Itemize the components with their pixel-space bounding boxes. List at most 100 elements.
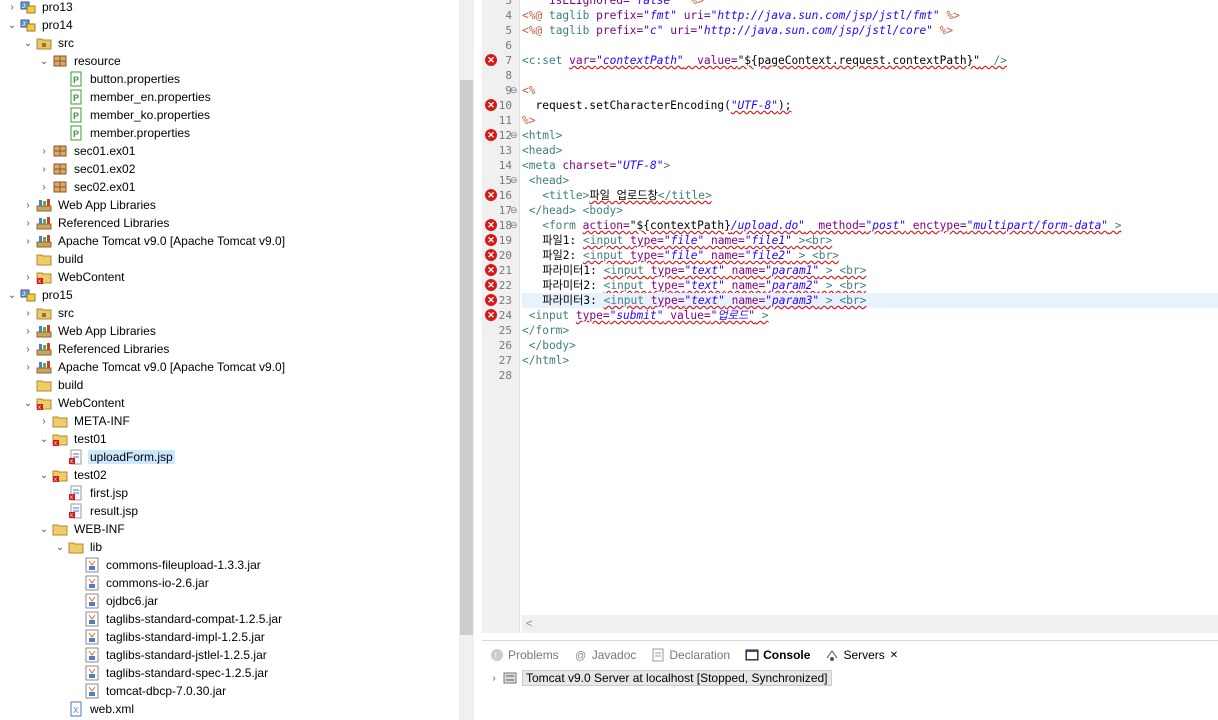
fold-toggle-icon[interactable]: ⊖ — [510, 83, 518, 98]
fold-toggle-icon[interactable]: ⊖ — [510, 203, 518, 218]
tree-item[interactable]: ojdbc6.jar — [70, 592, 160, 610]
tree-item[interactable]: › Apache Tomcat v9.0 [Apache Tomcat v9.0] — [22, 232, 287, 250]
tree-item[interactable]: › Apache Tomcat v9.0 [Apache Tomcat v9.0] — [22, 358, 287, 376]
chevron-right-icon[interactable]: › — [6, 0, 18, 16]
error-marker-icon[interactable]: ✕ — [485, 279, 497, 291]
code-line[interactable]: <% — [522, 83, 1218, 98]
tree-item[interactable]: taglibs-standard-impl-1.2.5.jar — [70, 628, 267, 646]
chevron-down-icon[interactable]: ⌄ — [38, 52, 50, 70]
tree-item[interactable]: › sec02.ex01 — [38, 178, 137, 196]
code-line[interactable]: <html> — [522, 128, 1218, 143]
error-marker-icon[interactable]: ✕ — [485, 219, 497, 231]
tree-item[interactable]: x result.jsp — [54, 502, 140, 520]
tree-item[interactable]: ⌄ Jpro15 — [6, 286, 75, 304]
tree-item[interactable]: Pmember_ko.properties — [54, 106, 212, 124]
chevron-down-icon[interactable]: ⌄ — [6, 286, 18, 304]
tree-item[interactable]: taglibs-standard-compat-1.2.5.jar — [70, 610, 284, 628]
error-marker-icon[interactable]: ✕ — [485, 309, 497, 321]
chevron-right-icon[interactable]: › — [38, 412, 50, 430]
code-line[interactable]: </head> <body> — [522, 203, 1218, 218]
tree-item[interactable]: › src — [22, 304, 76, 322]
tab-servers[interactable]: Servers ✕ — [817, 644, 905, 666]
code-line[interactable]: </html> — [522, 353, 1218, 368]
code-line[interactable]: <input type="submit" value="업로드" > — [522, 308, 1218, 323]
fold-toggle-icon[interactable]: ⊖ — [510, 218, 518, 233]
tree-item[interactable]: ⌄ lib — [54, 538, 104, 556]
code-line[interactable]: <head> — [522, 173, 1218, 188]
code-line[interactable] — [522, 68, 1218, 83]
fold-toggle-icon[interactable]: ⊖ — [510, 128, 518, 143]
tree-item[interactable]: commons-fileupload-1.3.3.jar — [70, 556, 263, 574]
code-line[interactable]: request.setCharacterEncoding("UTF-8"); — [522, 98, 1218, 113]
error-marker-icon[interactable]: ✕ — [485, 54, 497, 66]
tree-item[interactable]: ⌄ src — [22, 34, 76, 52]
tree-item[interactable]: Pmember.properties — [54, 124, 192, 142]
error-marker-icon[interactable]: ✕ — [485, 264, 497, 276]
code-line[interactable]: <form action="${contextPath}/upload.do" … — [522, 218, 1218, 233]
chevron-right-icon[interactable]: › — [22, 214, 34, 232]
code-line[interactable] — [522, 368, 1218, 383]
tab-javadoc[interactable]: @ Javadoc — [566, 644, 644, 666]
chevron-right-icon[interactable]: › — [22, 196, 34, 214]
tree-item[interactable]: commons-io-2.6.jar — [70, 574, 211, 592]
explorer-scrollbar-thumb[interactable] — [460, 80, 473, 635]
tree-item[interactable]: taglibs-standard-spec-1.2.5.jar — [70, 664, 270, 682]
error-marker-icon[interactable]: ✕ — [485, 294, 497, 306]
tree-item[interactable]: ⌄ x test01 — [38, 430, 109, 448]
code-line[interactable]: <head> — [522, 143, 1218, 158]
tree-item[interactable]: › Referenced Libraries — [22, 214, 171, 232]
tree-item[interactable]: › Jpro13 — [6, 0, 75, 16]
tab-console[interactable]: Console — [737, 644, 817, 666]
chevron-down-icon[interactable]: ⌄ — [38, 430, 50, 448]
tree-item[interactable]: x first.jsp — [54, 484, 130, 502]
chevron-down-icon[interactable]: ⌄ — [22, 34, 34, 52]
expand-chevron-icon[interactable]: › — [488, 669, 500, 687]
tree-item[interactable]: x uploadForm.jsp — [54, 448, 175, 466]
tree-item[interactable]: build — [22, 250, 85, 268]
code-area[interactable]: isELIgnored="false" %> <%@ taglib prefix=… — [522, 0, 1218, 615]
chevron-right-icon[interactable]: › — [22, 232, 34, 250]
tree-item[interactable]: ⌄ WEB-INF — [38, 520, 127, 538]
chevron-down-icon[interactable]: ⌄ — [22, 394, 34, 412]
chevron-right-icon[interactable]: › — [38, 178, 50, 196]
code-line[interactable]: <meta charset="UTF-8"> — [522, 158, 1218, 173]
tree-item[interactable]: › Referenced Libraries — [22, 340, 171, 358]
chevron-down-icon[interactable]: ⌄ — [54, 538, 66, 556]
chevron-right-icon[interactable]: › — [22, 304, 34, 322]
code-line[interactable]: isELIgnored="false" %> — [522, 0, 1218, 8]
code-line[interactable]: 파일1: <input type="file" name="file1" ><b… — [522, 233, 1218, 248]
chevron-down-icon[interactable]: ⌄ — [38, 520, 50, 538]
code-line[interactable]: </form> — [522, 323, 1218, 338]
close-icon[interactable]: ✕ — [890, 650, 898, 661]
error-marker-icon[interactable]: ✕ — [485, 234, 497, 246]
error-marker-icon[interactable]: ✕ — [485, 249, 497, 261]
tree-item[interactable]: Pbutton.properties — [54, 70, 182, 88]
tree-item[interactable]: tomcat-dbcp-7.0.30.jar — [70, 682, 228, 700]
scroll-left-icon[interactable]: < — [526, 618, 532, 630]
tree-item[interactable]: › Web App Libraries — [22, 322, 158, 340]
tree-item[interactable]: › META-INF — [38, 412, 132, 430]
code-line[interactable]: 파라미터3: <input type="text" name="param3" … — [522, 293, 1218, 308]
error-marker-icon[interactable]: ✕ — [485, 189, 497, 201]
tree-item[interactable]: › sec01.ex01 — [38, 142, 137, 160]
error-marker-icon[interactable]: ✕ — [485, 129, 497, 141]
code-line[interactable]: <c:set var="contextPath" value="${pageCo… — [522, 53, 1218, 68]
code-line[interactable]: 파일2: <input type="file" name="file2" > <… — [522, 248, 1218, 263]
chevron-down-icon[interactable]: ⌄ — [38, 466, 50, 484]
chevron-right-icon[interactable]: › — [22, 340, 34, 358]
code-line[interactable]: 파라미터1: <input type="text" name="param1" … — [522, 263, 1218, 278]
chevron-down-icon[interactable]: ⌄ — [6, 16, 18, 34]
tree-item[interactable]: taglibs-standard-jstlel-1.2.5.jar — [70, 646, 269, 664]
tree-item[interactable]: › x WebContent — [22, 268, 127, 286]
tree-item[interactable]: ⌄ resource — [38, 52, 123, 70]
fold-toggle-icon[interactable]: ⊖ — [510, 173, 518, 188]
tree-item[interactable]: Xweb.xml — [54, 700, 136, 718]
code-line[interactable]: <%@ taglib prefix="fmt" uri="http://java… — [522, 8, 1218, 23]
chevron-right-icon[interactable]: › — [22, 358, 34, 376]
code-line[interactable]: 파라미터2: <input type="text" name="param2" … — [522, 278, 1218, 293]
tab-declaration[interactable]: Declaration — [643, 644, 737, 666]
tree-item[interactable]: › Web App Libraries — [22, 196, 158, 214]
code-line[interactable] — [522, 38, 1218, 53]
tree-item[interactable]: ⌄ Jpro14 — [6, 16, 75, 34]
code-editor[interactable]: 3 4 5 6 7 ✕ 8 9 ⊖ 10 ✕ 11 12 ✕ ⊖ 13 14 15 ⊖ 16 ✕ 17 ⊖ 18 ✕ ⊖ 19 ✕ 20… — [482, 0, 1218, 633]
